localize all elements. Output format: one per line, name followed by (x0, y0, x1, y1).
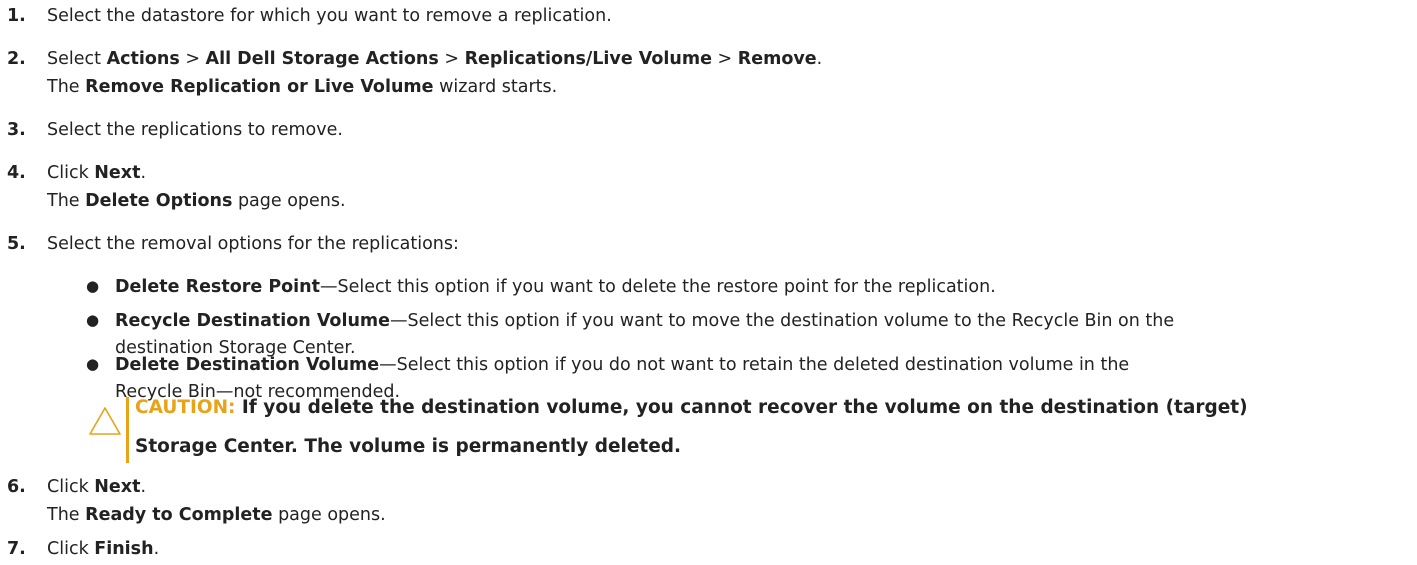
option-description: —Select this option if you do not want t… (379, 355, 1130, 375)
step-text: Click Finish. (47, 539, 160, 559)
step-number: 1. (7, 6, 26, 26)
step-number: 2. (7, 49, 26, 69)
option-term: Delete Destination Volume (115, 355, 380, 375)
bullet-icon: ● (86, 277, 100, 295)
step-number: 3. (7, 120, 26, 140)
button-name-next: Next (94, 477, 141, 497)
step-text: Select Actions > All Dell Storage Action… (47, 49, 823, 69)
page-name: Delete Options (85, 191, 233, 211)
step-number: 4. (7, 163, 26, 183)
menu-path-replications-live-volume: Replications/Live Volume (464, 49, 712, 69)
warning-triangle-icon (89, 407, 121, 435)
step-result-text: The Remove Replication or Live Volume wi… (47, 77, 558, 97)
step-result-text: The Ready to Complete page opens. (47, 505, 386, 525)
menu-path-all-dell-storage-actions: All Dell Storage Actions (205, 49, 439, 69)
step-text: Select the replications to remove. (47, 120, 343, 140)
wizard-name: Remove Replication or Live Volume (85, 77, 434, 97)
step-number: 5. (7, 234, 26, 254)
step-text: Select the datastore for which you want … (47, 6, 612, 26)
caution-bar (126, 397, 129, 463)
menu-path-actions: Actions (106, 49, 180, 69)
option-description: —Select this option if you want to delet… (320, 277, 996, 297)
button-name-next: Next (94, 163, 141, 183)
button-name-finish: Finish (94, 539, 154, 559)
step-text: Click Next. (47, 477, 147, 497)
page-name: Ready to Complete (85, 505, 273, 525)
caution-note: CAUTION: If you delete the destination v… (88, 394, 1417, 470)
step-text: Select the removal options for the repli… (47, 234, 459, 254)
option-description: —Select this option if you want to move … (390, 311, 1175, 331)
bullet-icon: ● (86, 355, 100, 373)
caution-text-line-1: CAUTION: If you delete the destination v… (135, 397, 1248, 418)
step-text: Click Next. (47, 163, 147, 183)
option-term: Delete Restore Point (115, 277, 321, 297)
caution-label: CAUTION: (135, 397, 236, 418)
step-number: 7. (7, 539, 26, 559)
step-result-text: The Delete Options page opens. (47, 191, 346, 211)
caution-text-line-2: Storage Center. The volume is permanentl… (135, 436, 682, 457)
bullet-icon: ● (86, 311, 100, 329)
menu-path-remove: Remove (737, 49, 817, 69)
step-number: 6. (7, 477, 26, 497)
option-term: Recycle Destination Volume (115, 311, 391, 331)
